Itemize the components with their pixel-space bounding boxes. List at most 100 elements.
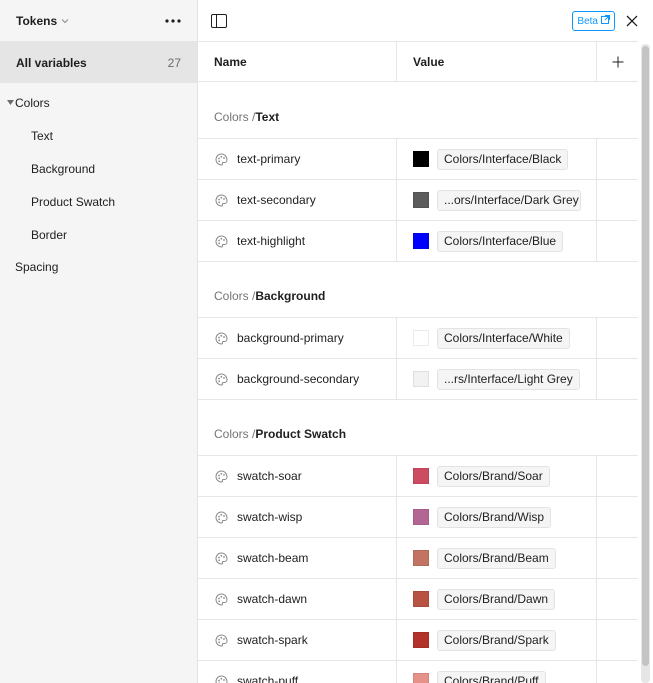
table-row[interactable]: text-primary Colors/Interface/Black	[198, 139, 638, 180]
table-row[interactable]: swatch-beam Colors/Brand/Beam	[198, 538, 638, 579]
alias-chip[interactable]: Colors/Brand/Spark	[437, 629, 556, 651]
table-row[interactable]: swatch-dawn Colors/Brand/Dawn	[198, 579, 638, 620]
variable-value-cell[interactable]: Colors/Interface/Blue	[397, 221, 597, 261]
row-extra-cell	[597, 139, 638, 179]
palette-icon	[215, 674, 229, 683]
variable-value-cell[interactable]: Colors/Brand/Spark	[397, 620, 597, 660]
group-header: Colors / Background	[198, 262, 638, 318]
scrollbar[interactable]	[641, 44, 650, 683]
variable-name-cell[interactable]: text-highlight	[198, 221, 397, 261]
variable-name-cell[interactable]: swatch-wisp	[198, 497, 397, 537]
variable-name-cell[interactable]: background-primary	[198, 318, 397, 358]
variable-name: swatch-puff	[237, 674, 299, 683]
table-row[interactable]: swatch-soar Colors/Brand/Soar	[198, 456, 638, 497]
variable-name-cell[interactable]: text-secondary	[198, 180, 397, 220]
plus-icon[interactable]	[597, 42, 638, 81]
table-row[interactable]: swatch-puff Colors/Brand/Puff	[198, 661, 638, 683]
alias-chip[interactable]: Colors/Brand/Dawn	[437, 588, 556, 610]
beta-label: Beta	[577, 15, 598, 27]
alias-chip[interactable]: Colors/Brand/Wisp	[437, 506, 552, 528]
variable-name-cell[interactable]: swatch-dawn	[198, 579, 397, 619]
color-swatch	[413, 468, 429, 484]
variable-name-cell[interactable]: background-secondary	[198, 359, 397, 399]
sidebar-item-label: Text	[31, 128, 54, 143]
alias-chip[interactable]: Colors/Brand/Puff	[437, 670, 546, 683]
more-horizontal-icon[interactable]	[161, 9, 185, 33]
sidebar-item-label: Spacing	[15, 260, 59, 274]
variable-value-cell[interactable]: Colors/Brand/Puff	[397, 661, 597, 683]
color-swatch	[413, 151, 429, 167]
variables-panel: Tokens All variables 27 Colors Text Back…	[0, 0, 653, 683]
palette-icon	[215, 152, 229, 166]
variable-value-cell[interactable]: Colors/Brand/Soar	[397, 456, 597, 496]
sidebar-panel-icon[interactable]	[208, 10, 230, 32]
variable-value-cell[interactable]: Colors/Brand/Wisp	[397, 497, 597, 537]
sidebar-item-all-variables[interactable]: All variables 27	[0, 42, 197, 83]
color-swatch	[413, 509, 429, 525]
group-header: Colors / Product Swatch	[198, 400, 638, 456]
table-row[interactable]: background-primary Colors/Interface/White	[198, 318, 638, 359]
alias-chip[interactable]: Colors/Brand/Soar	[437, 465, 550, 487]
variable-groups: Colors / Text text-primary Colors/Interfac…	[198, 82, 638, 683]
palette-icon	[215, 469, 229, 483]
group-prefix: Colors /	[214, 289, 256, 303]
palette-icon	[215, 193, 229, 207]
variable-name-cell[interactable]: text-primary	[198, 139, 397, 179]
table-row[interactable]: text-secondary ...ors/Interface/Dark Grey	[198, 180, 638, 221]
variable-name: background-primary	[237, 331, 344, 345]
alias-chip[interactable]: Colors/Interface/White	[437, 327, 570, 349]
sidebar-item-product-swatch[interactable]: Product Swatch	[0, 185, 197, 218]
color-swatch	[413, 330, 429, 346]
table-row[interactable]: swatch-spark Colors/Brand/Spark	[198, 620, 638, 661]
sidebar-item-label: Border	[31, 227, 68, 242]
sidebar-item-border[interactable]: Border	[0, 218, 197, 251]
column-header-value: Value	[397, 42, 597, 81]
collection-title[interactable]: Tokens	[16, 14, 57, 28]
row-extra-cell	[597, 456, 638, 496]
chevron-down-icon[interactable]	[61, 16, 71, 26]
alias-chip[interactable]: Colors/Brand/Beam	[437, 547, 556, 569]
variable-name: background-secondary	[237, 372, 360, 386]
variable-name: swatch-spark	[237, 633, 308, 647]
variable-name-cell[interactable]: swatch-soar	[198, 456, 397, 496]
scrollbar-thumb[interactable]	[642, 46, 649, 666]
group-prefix: Colors /	[214, 110, 256, 124]
variable-value-cell[interactable]: Colors/Brand/Dawn	[397, 579, 597, 619]
sidebar-group-colors[interactable]: Colors	[0, 86, 197, 119]
palette-icon	[215, 510, 229, 524]
alias-chip[interactable]: Colors/Interface/Black	[437, 148, 569, 170]
table-header: Name Value	[198, 41, 638, 82]
variables-count: 27	[167, 55, 181, 70]
color-swatch	[413, 192, 429, 208]
table-row[interactable]: background-secondary ...rs/Interface/Ligh…	[198, 359, 638, 400]
table-row[interactable]: text-highlight Colors/Interface/Blue	[198, 221, 638, 262]
color-swatch	[413, 233, 429, 249]
variable-name-cell[interactable]: swatch-puff	[198, 661, 397, 683]
variable-name: swatch-soar	[237, 469, 302, 483]
variable-name: swatch-wisp	[237, 510, 303, 524]
variable-value-cell[interactable]: Colors/Brand/Beam	[397, 538, 597, 578]
variable-name-cell[interactable]: swatch-beam	[198, 538, 397, 578]
sidebar-item-spacing[interactable]: Spacing	[0, 251, 197, 283]
sidebar-header: Tokens	[0, 0, 197, 42]
sidebar-item-text[interactable]: Text	[0, 119, 197, 152]
alias-chip[interactable]: ...ors/Interface/Dark Grey	[437, 189, 581, 211]
variable-name-cell[interactable]: swatch-spark	[198, 620, 397, 660]
variable-value-cell[interactable]: Colors/Interface/Black	[397, 139, 597, 179]
table-row[interactable]: swatch-wisp Colors/Brand/Wisp	[198, 497, 638, 538]
variable-value-cell[interactable]: ...rs/Interface/Light Grey	[397, 359, 597, 399]
beta-badge[interactable]: Beta	[572, 11, 615, 31]
close-icon[interactable]	[623, 12, 641, 30]
variable-value-cell[interactable]: ...ors/Interface/Dark Grey	[397, 180, 597, 220]
column-header-name: Name	[198, 42, 397, 81]
variable-value-cell[interactable]: Colors/Interface/White	[397, 318, 597, 358]
alias-chip[interactable]: Colors/Interface/Blue	[437, 230, 564, 252]
caret-down-icon[interactable]	[5, 98, 15, 108]
all-variables-label: All variables	[16, 55, 87, 70]
palette-icon	[215, 633, 229, 647]
sidebar-item-background[interactable]: Background	[0, 152, 197, 185]
alias-chip[interactable]: ...rs/Interface/Light Grey	[437, 368, 580, 390]
color-swatch	[413, 371, 429, 387]
group-name: Background	[255, 289, 326, 303]
main-content: Beta Name Value Colors / Text text-primar…	[198, 0, 653, 683]
